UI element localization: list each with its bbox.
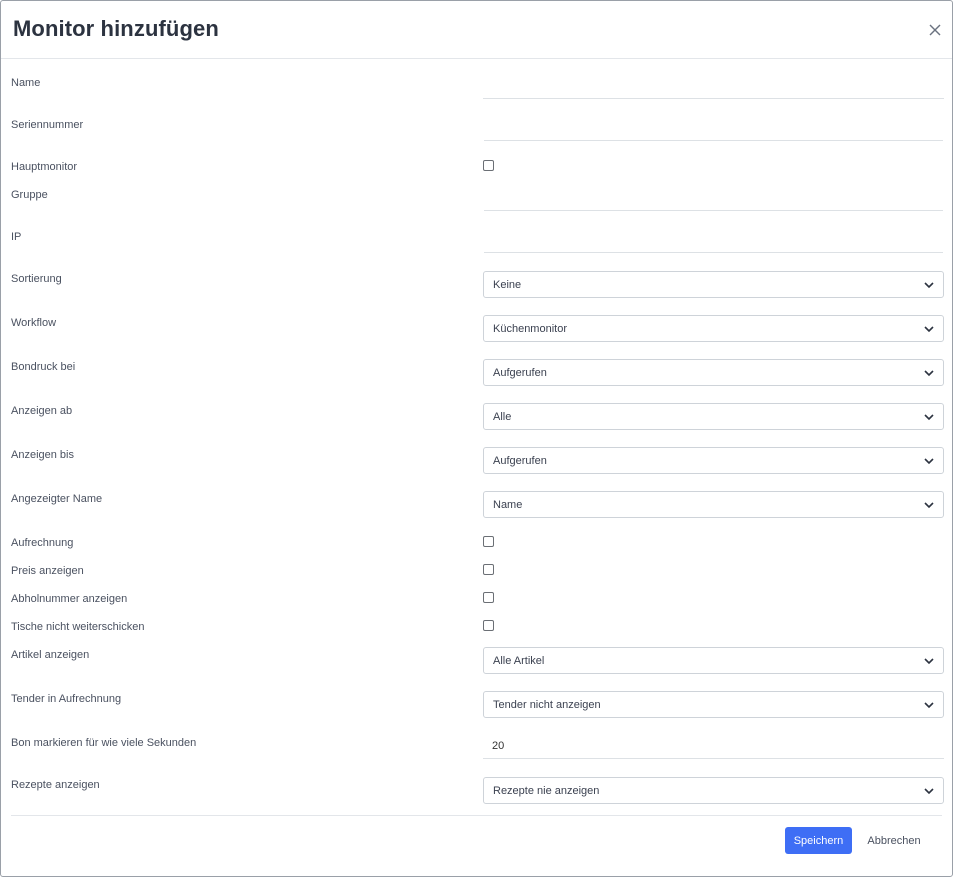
add-monitor-dialog: Monitor hinzufügen Name Seriennummer Hau… — [0, 0, 953, 877]
bondruck-value: Aufgerufen — [493, 367, 547, 379]
abholnummer-label: Abholnummer anzeigen — [11, 593, 128, 605]
workflow-value: Küchenmonitor — [493, 323, 567, 335]
chevron-down-icon — [924, 326, 934, 333]
footer-divider — [11, 815, 942, 816]
dialog-title: Monitor hinzufügen — [13, 16, 219, 41]
chevron-down-icon — [924, 502, 934, 509]
angezeigter-name-select[interactable]: Name — [483, 491, 944, 518]
tische-checkbox[interactable] — [483, 620, 494, 631]
bon-markieren-label: Bon markieren für wie viele Sekunden — [11, 737, 197, 749]
chevron-down-icon — [924, 282, 934, 289]
bon-markieren-input[interactable] — [483, 733, 944, 759]
chevron-down-icon — [924, 658, 934, 665]
tische-label: Tische nicht weiterschicken — [11, 621, 145, 633]
name-input[interactable] — [483, 73, 944, 99]
hauptmonitor-label: Hauptmonitor — [11, 161, 78, 173]
aufrechnung-label: Aufrechnung — [11, 537, 74, 549]
anzeigen-bis-select[interactable]: Aufgerufen — [483, 447, 944, 474]
anzeigen-ab-value: Alle — [493, 411, 512, 423]
rezepte-value: Rezepte nie anzeigen — [493, 785, 600, 797]
rezepte-select[interactable]: Rezepte nie anzeigen — [483, 777, 944, 804]
bondruck-label: Bondruck bei — [11, 361, 76, 373]
cancel-button[interactable]: Abbrechen — [859, 827, 929, 854]
ip-label: IP — [11, 231, 22, 243]
chevron-down-icon — [924, 702, 934, 709]
chevron-down-icon — [924, 458, 934, 465]
sortierung-label: Sortierung — [11, 273, 62, 285]
rezepte-label: Rezepte anzeigen — [11, 779, 100, 791]
anzeigen-bis-label: Anzeigen bis — [11, 449, 74, 461]
sortierung-value: Keine — [493, 279, 522, 291]
preis-anzeigen-label: Preis anzeigen — [11, 565, 84, 577]
abholnummer-checkbox[interactable] — [483, 592, 494, 603]
name-label: Name — [11, 77, 41, 89]
angezeigter-name-value: Name — [493, 499, 523, 511]
ip-input[interactable] — [484, 227, 943, 253]
artikel-anzeigen-select[interactable]: Alle Artikel — [483, 647, 944, 674]
anzeigen-ab-select[interactable]: Alle — [483, 403, 944, 430]
hauptmonitor-checkbox[interactable] — [483, 160, 494, 171]
save-button[interactable]: Speichern — [785, 827, 852, 854]
anzeigen-ab-label: Anzeigen ab — [11, 405, 73, 417]
close-icon[interactable] — [925, 20, 945, 40]
chevron-down-icon — [924, 414, 934, 421]
angezeigter-name-label: Angezeigter Name — [11, 493, 103, 505]
bondruck-select[interactable]: Aufgerufen — [483, 359, 944, 386]
chevron-down-icon — [924, 788, 934, 795]
aufrechnung-checkbox[interactable] — [483, 536, 494, 547]
tender-select[interactable]: Tender nicht anzeigen — [483, 691, 944, 718]
anzeigen-bis-value: Aufgerufen — [493, 455, 547, 467]
tender-label: Tender in Aufrechnung — [11, 693, 122, 705]
chevron-down-icon — [924, 370, 934, 377]
gruppe-input[interactable] — [484, 185, 943, 211]
artikel-anzeigen-value: Alle Artikel — [493, 655, 545, 667]
gruppe-label: Gruppe — [11, 189, 48, 201]
workflow-label: Workflow — [11, 317, 57, 329]
workflow-select[interactable]: Küchenmonitor — [483, 315, 944, 342]
seriennummer-input[interactable] — [484, 115, 943, 141]
sortierung-select[interactable]: Keine — [483, 271, 944, 298]
tender-value: Tender nicht anzeigen — [493, 699, 601, 711]
dialog-header: Monitor hinzufügen — [1, 1, 952, 59]
seriennummer-label: Seriennummer — [11, 119, 84, 131]
artikel-anzeigen-label: Artikel anzeigen — [11, 649, 90, 661]
preis-anzeigen-checkbox[interactable] — [483, 564, 494, 575]
